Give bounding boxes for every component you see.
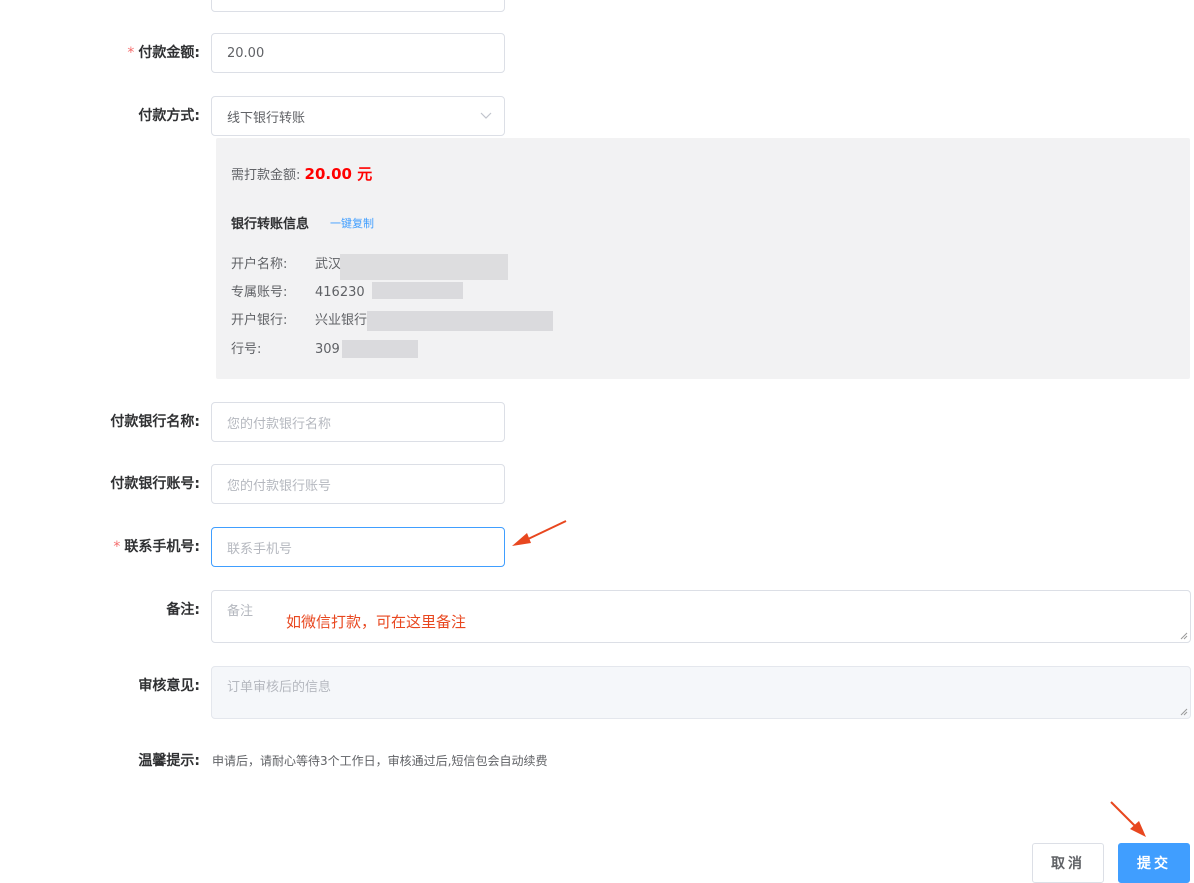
- annotation-arrows: [512, 520, 1146, 837]
- phone-arrow-icon: [512, 520, 567, 546]
- submit-arrow-icon: [1110, 801, 1146, 837]
